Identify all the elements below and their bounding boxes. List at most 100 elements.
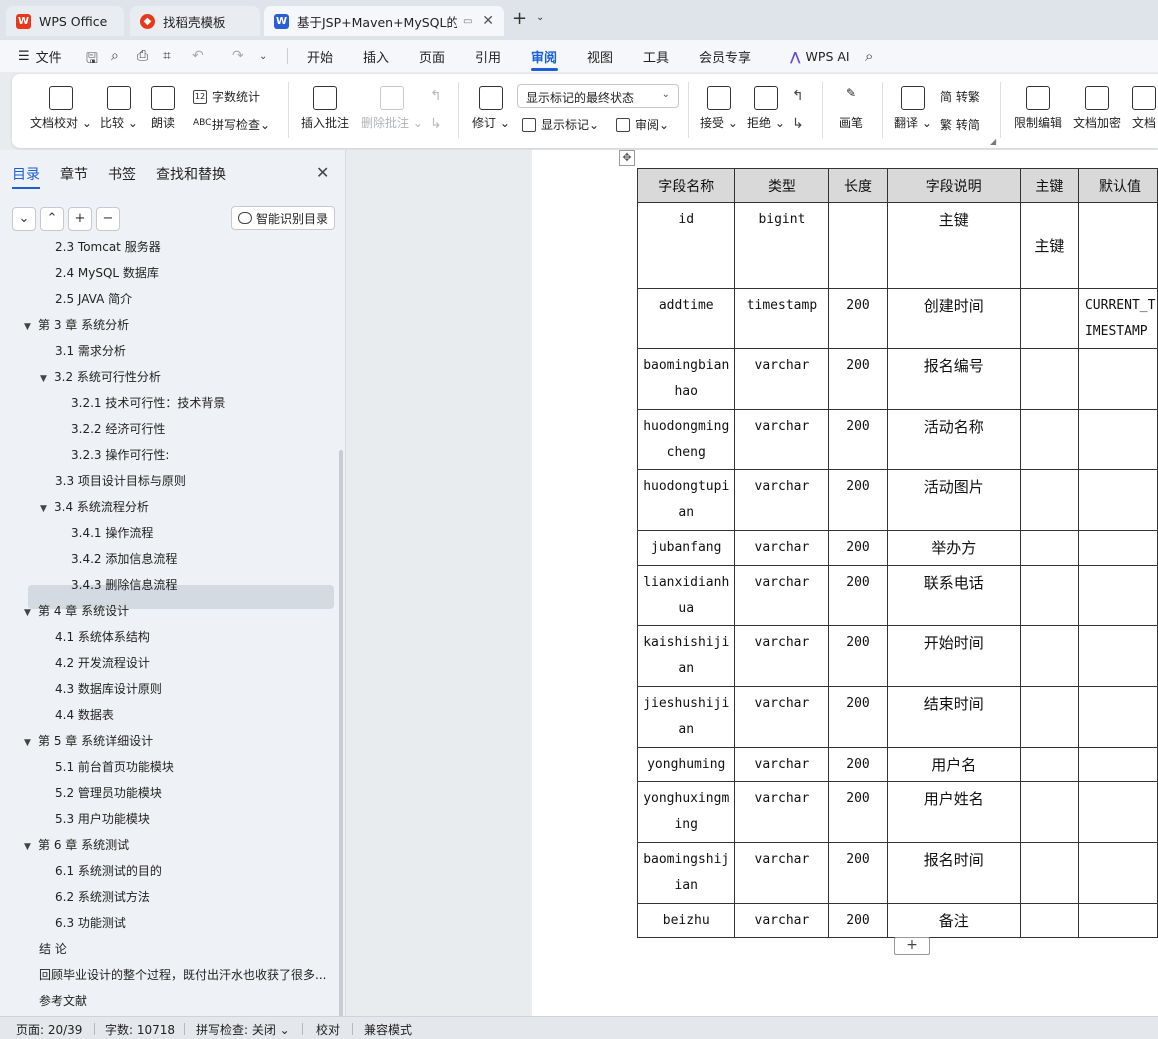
table-cell[interactable]: yonghuxingming xyxy=(636,781,736,843)
table-cell[interactable]: timestamp xyxy=(734,288,830,349)
toc-item[interactable]: ▼ 3.4 系统流程分析 xyxy=(40,494,149,520)
toc-item[interactable]: 2.3 Tomcat 服务器 xyxy=(55,238,161,260)
tab-current-document[interactable]: W 基于JSP+Maven+MySQL的社 ▭ ✕ xyxy=(264,6,504,36)
table-cell[interactable]: baomingbianhao xyxy=(636,348,736,410)
table-cell[interactable]: 200 xyxy=(828,348,888,410)
toc-item[interactable]: 4.4 数据表 xyxy=(55,702,114,728)
insert-comment-button[interactable]: 插入批注 xyxy=(301,86,349,131)
doc-more-button[interactable]: 文档 xyxy=(1132,86,1156,131)
table-cell[interactable]: yonghuming xyxy=(636,747,736,782)
table-cell[interactable]: 200 xyxy=(828,409,888,470)
table-cell[interactable]: beizhu xyxy=(636,903,736,938)
ribbon-expand-icon[interactable]: ◢ xyxy=(990,137,996,146)
add-heading-button[interactable]: + xyxy=(68,207,92,231)
toc-item[interactable]: 参考文献 xyxy=(39,988,87,1014)
nav-tab-bookmarks[interactable]: 书签 xyxy=(108,164,136,184)
collapse-up-button[interactable]: ⌃ xyxy=(40,207,64,231)
toc-item[interactable]: 2.4 MySQL 数据库 xyxy=(55,260,159,286)
toc-item[interactable]: 6.3 功能测试 xyxy=(55,910,126,936)
toc-item[interactable]: ▼ 第 5 章 系统详细设计 xyxy=(24,728,153,754)
expand-arrow-icon[interactable]: ▼ xyxy=(24,834,38,858)
table-cell[interactable] xyxy=(1077,530,1158,566)
word-count-indicator[interactable]: 字数: 10718 xyxy=(105,1021,175,1038)
toc-item[interactable]: 5.3 用户功能模块 xyxy=(55,806,150,832)
table-cell[interactable]: 活动名称 xyxy=(886,409,1021,470)
table-cell[interactable]: 200 xyxy=(828,565,888,626)
toc-item[interactable]: ▼ 第 6 章 系统测试 xyxy=(24,832,129,858)
table-cell[interactable]: 开始时间 xyxy=(886,625,1021,687)
new-tab-icon[interactable]: + xyxy=(512,8,527,29)
prev-comment-icon[interactable]: ↰ xyxy=(430,88,442,104)
table-cell[interactable] xyxy=(1019,565,1079,626)
delete-comment-button[interactable]: 删除批注 ⌄ xyxy=(361,86,423,131)
toc-item[interactable]: 6.1 系统测试的目的 xyxy=(55,858,162,884)
table-cell[interactable]: 用户姓名 xyxy=(886,781,1021,843)
table-cell[interactable]: baomingshijian xyxy=(636,842,736,904)
wps-ai-button[interactable]: ⋀ WPS AI xyxy=(790,40,850,72)
expand-arrow-icon[interactable]: ▼ xyxy=(24,730,38,754)
share-icon[interactable]: ⌕ xyxy=(111,48,119,64)
table-cell[interactable] xyxy=(1077,469,1158,531)
table-cell[interactable]: varchar xyxy=(734,842,830,904)
table-cell[interactable]: 200 xyxy=(828,686,888,748)
table-cell[interactable]: 备注 xyxy=(886,903,1021,938)
table-cell[interactable] xyxy=(1019,409,1079,470)
table-cell[interactable]: 200 xyxy=(828,288,888,349)
file-menu[interactable]: ☰ 文件 xyxy=(18,40,62,72)
toc-item[interactable]: 5.2 管理员功能模块 xyxy=(55,780,162,806)
table-cell[interactable] xyxy=(1019,781,1079,843)
nav-tab-toc[interactable]: 目录 xyxy=(12,164,40,189)
table-cell[interactable]: 用户名 xyxy=(886,747,1021,782)
markup-state-select[interactable]: 显示标记的最终状态 ⌄ xyxy=(517,84,679,108)
toc-item[interactable]: 回顾毕业设计的整个过程，既付出汗水也收获了很多... xyxy=(39,962,326,988)
table-cell[interactable]: 200 xyxy=(828,903,888,938)
toc-item[interactable]: 4.1 系统体系结构 xyxy=(55,624,150,650)
add-table-row-button[interactable]: + xyxy=(894,937,930,955)
toc-item[interactable]: 结 论 xyxy=(39,936,67,962)
next-change-icon[interactable]: ↳ xyxy=(792,116,804,132)
table-cell[interactable]: 200 xyxy=(828,469,888,531)
table-cell[interactable]: varchar xyxy=(734,530,830,566)
translate-button[interactable]: 翻译 ⌄ xyxy=(894,86,932,131)
expand-arrow-icon[interactable]: ▼ xyxy=(24,314,38,338)
trad-convert-button[interactable]: 简 转繁 xyxy=(940,88,980,105)
table-cell[interactable] xyxy=(1077,781,1158,843)
review-pane-button[interactable]: 审阅 ⌄ xyxy=(616,116,669,133)
table-cell[interactable]: jubanfang xyxy=(636,530,736,566)
table-cell[interactable] xyxy=(1077,625,1158,687)
table-cell[interactable]: huodongtupian xyxy=(636,469,736,531)
table-cell[interactable]: varchar xyxy=(734,409,830,470)
table-cell[interactable]: 活动图片 xyxy=(886,469,1021,531)
table-cell[interactable] xyxy=(828,202,888,289)
table-cell[interactable]: 报名时间 xyxy=(886,842,1021,904)
menu-item-member[interactable]: 会员专享 xyxy=(699,40,751,72)
table-cell[interactable]: bigint xyxy=(734,202,830,289)
doc-encrypt-button[interactable]: 文档加密 xyxy=(1073,86,1121,131)
table-cell[interactable] xyxy=(1019,747,1079,782)
table-cell[interactable]: 报名编号 xyxy=(886,348,1021,410)
table-cell[interactable]: 举办方 xyxy=(886,530,1021,566)
quick-access-more-icon[interactable]: ⌄ xyxy=(259,51,267,62)
toc-item[interactable]: ▼ 3.2 系统可行性分析 xyxy=(40,364,161,390)
table-cell[interactable]: 主键 xyxy=(886,202,1021,289)
read-aloud-button[interactable]: 朗读 xyxy=(151,86,175,131)
menu-item-view[interactable]: 视图 xyxy=(587,40,613,72)
smart-toc-button[interactable]: 智能识别目录 xyxy=(231,206,335,230)
toc-item[interactable]: 4.3 数据库设计原则 xyxy=(55,676,162,702)
table-cell[interactable]: CURRENT_TIMESTAMP xyxy=(1077,288,1158,349)
table-cell[interactable] xyxy=(1077,565,1158,626)
simp-convert-button[interactable]: 繁 转简 xyxy=(940,116,980,133)
compare-button[interactable]: 比较 ⌄ xyxy=(100,86,138,131)
toc-item[interactable]: 3.2.2 经济可行性 xyxy=(71,416,165,442)
table-move-handle-icon[interactable]: ✥ xyxy=(619,150,635,166)
pen-button[interactable]: ✎ 画笔 xyxy=(839,86,863,131)
undo-icon[interactable]: ↶ xyxy=(192,48,204,64)
table-cell[interactable]: addtime xyxy=(636,288,736,349)
table-cell[interactable] xyxy=(1077,409,1158,470)
table-cell[interactable] xyxy=(1077,747,1158,782)
table-cell[interactable] xyxy=(1019,288,1079,349)
redo-icon[interactable]: ↷ xyxy=(232,48,244,64)
table-cell[interactable]: varchar xyxy=(734,625,830,687)
table-cell[interactable]: 主键 xyxy=(1019,202,1079,289)
table-cell[interactable]: id xyxy=(636,202,736,289)
